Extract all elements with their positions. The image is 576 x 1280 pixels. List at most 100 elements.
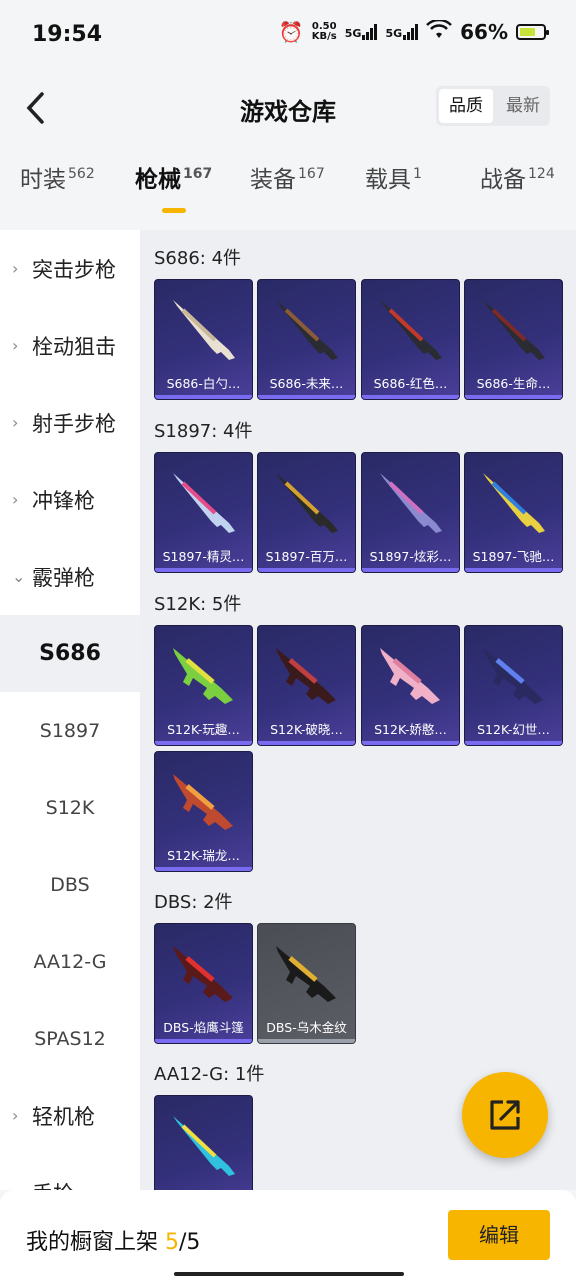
- rarity-bar: [362, 395, 459, 399]
- tab-active-indicator: [162, 208, 186, 213]
- weapon-skin-card[interactable]: DBS-乌木金纹: [257, 923, 356, 1044]
- signal-1-icon: 5G: [345, 24, 378, 40]
- rarity-bar: [465, 741, 562, 745]
- share-icon: [490, 1100, 520, 1130]
- home-indicator[interactable]: [174, 1272, 404, 1276]
- rarity-bar: [258, 395, 355, 399]
- rarity-bar: [155, 568, 252, 572]
- rarity-bar: [258, 1039, 355, 1043]
- sidebar-group-pistol[interactable]: ›手枪: [0, 1154, 140, 1191]
- showcase-status: 我的橱窗上架 5/5: [26, 1230, 201, 1255]
- sort-latest-button[interactable]: 最新: [496, 86, 550, 126]
- rarity-bar: [362, 568, 459, 572]
- sort-quality-button[interactable]: 品质: [439, 89, 493, 123]
- rarity-bar: [155, 741, 252, 745]
- section-title: S686: 4件: [154, 248, 242, 269]
- weapon-skin-name: S12K-破晓…: [270, 722, 343, 737]
- wifi-icon: [426, 18, 453, 44]
- rarity-bar: [362, 741, 459, 745]
- shotgun-icon: [483, 473, 545, 533]
- weapon-skin-name: DBS-乌木金纹: [266, 1020, 347, 1035]
- weapon-type-sidebar: › 突击步枪 › 栓动狙击 › 射手步枪 › 冲锋枪 ⌄ 霰弹枪 S686 S1897 S…: [0, 230, 140, 1190]
- shotgun-icon: [173, 473, 235, 533]
- weapon-skin-name: S1897-精灵…: [162, 549, 245, 564]
- weapon-skin-name: S12K-幻世…: [477, 722, 550, 737]
- sidebar-group-smg[interactable]: › 冲锋枪: [0, 461, 140, 538]
- weapon-skin-card[interactable]: S686-生命…: [464, 279, 563, 400]
- weapon-skin-card[interactable]: S12K-破晓…: [257, 625, 356, 746]
- weapon-skin-card[interactable]: S686-红色…: [361, 279, 460, 400]
- rarity-bar: [258, 741, 355, 745]
- signal-2-icon: 5G: [385, 24, 419, 40]
- chevron-down-icon: ⌄: [12, 567, 26, 586]
- rifle-icon: [173, 946, 233, 1002]
- sort-toggle: 品质 最新: [436, 86, 550, 126]
- rifle-icon: [483, 648, 543, 704]
- sidebar-group-lmg[interactable]: › 轻机枪: [0, 1077, 140, 1154]
- weapon-skin-name: S1897-百万…: [265, 549, 348, 564]
- sidebar-group-shotgun[interactable]: ⌄ 霰弹枪: [0, 538, 140, 615]
- sidebar-group-bolt-sniper[interactable]: › 栓动狙击: [0, 307, 140, 384]
- weapon-skin-card[interactable]: [154, 1095, 253, 1190]
- rifle-icon: [380, 648, 440, 704]
- tab-equipment[interactable]: 装备 167: [230, 160, 345, 220]
- rifle-icon: [276, 946, 336, 1002]
- rifle-icon: [173, 774, 233, 830]
- tab-supplies[interactable]: 战备 124: [460, 160, 575, 220]
- weapon-skin-card[interactable]: S686-未来…: [257, 279, 356, 400]
- sidebar-item-dbs[interactable]: DBS: [0, 846, 140, 923]
- chevron-right-icon: ›: [12, 1183, 32, 1190]
- sidebar-item-s686[interactable]: S686: [0, 615, 140, 692]
- weapon-skin-card[interactable]: S1897-百万…: [257, 452, 356, 573]
- weapon-skin-card[interactable]: S686-白勺…: [154, 279, 253, 400]
- chevron-right-icon: ›: [12, 490, 19, 509]
- weapon-skin-card[interactable]: S1897-飞驰…: [464, 452, 563, 573]
- sidebar-item-spas12[interactable]: SPAS12: [0, 1000, 140, 1077]
- weapon-skin-name: S686-红色…: [373, 376, 448, 391]
- sidebar-item-s1897[interactable]: S1897: [0, 692, 140, 769]
- weapon-skin-card[interactable]: S12K-玩趣…: [154, 625, 253, 746]
- edit-button[interactable]: 编辑: [448, 1210, 550, 1260]
- weapon-skin-card[interactable]: S1897-炫彩…: [361, 452, 460, 573]
- weapon-skin-name: S686-未来…: [269, 376, 344, 391]
- status-time: 19:54: [32, 22, 103, 47]
- weapon-skin-name: S1897-飞驰…: [472, 549, 555, 564]
- weapon-skin-name: DBS-焰鹰斗篷: [163, 1020, 244, 1035]
- weapon-skin-name: S12K-娇憨…: [374, 722, 447, 737]
- rifle-icon: [173, 648, 233, 704]
- weapon-skin-card[interactable]: S12K-瑞龙…: [154, 751, 253, 872]
- shotgun-icon: [483, 300, 545, 360]
- shotgun-icon: [173, 1116, 235, 1176]
- weapon-skin-name: S12K-玩趣…: [167, 722, 240, 737]
- battery-percent: 66%: [460, 20, 508, 44]
- weapon-skin-card[interactable]: DBS-焰鹰斗篷: [154, 923, 253, 1044]
- rarity-bar: [155, 395, 252, 399]
- category-tabs: 时装 562 枪械 167 装备 167 载具 1 战备 124: [0, 160, 576, 220]
- shotgun-icon: [276, 473, 338, 533]
- sidebar-group-assault-rifle[interactable]: › 突击步枪: [0, 230, 140, 307]
- rarity-bar: [258, 568, 355, 572]
- rarity-bar: [155, 867, 252, 871]
- share-fab-button[interactable]: [462, 1072, 548, 1158]
- weapon-skin-card[interactable]: S1897-精灵…: [154, 452, 253, 573]
- tab-firearms[interactable]: 枪械 167: [115, 160, 230, 220]
- weapon-skin-name: S686-白勺…: [166, 376, 241, 391]
- weapon-skin-card[interactable]: S12K-幻世…: [464, 625, 563, 746]
- chevron-right-icon: ›: [12, 336, 19, 355]
- sidebar-item-aa12g[interactable]: AA12-G: [0, 923, 140, 1000]
- rarity-bar: [155, 1039, 252, 1043]
- weapon-skin-card[interactable]: S12K-娇憨…: [361, 625, 460, 746]
- alarm-icon: ⏰: [278, 20, 304, 44]
- tab-fashion[interactable]: 时装 562: [0, 160, 115, 220]
- status-icons: ⏰ 0.50 KB/s 5G 5G 66%: [278, 18, 549, 44]
- rarity-bar: [465, 568, 562, 572]
- chevron-right-icon: ›: [12, 1106, 19, 1125]
- shotgun-icon: [380, 473, 442, 533]
- section-title: AA12-G: 1件: [154, 1064, 265, 1085]
- sidebar-item-s12k[interactable]: S12K: [0, 769, 140, 846]
- sidebar-group-marksman-rifle[interactable]: › 射手步枪: [0, 384, 140, 461]
- section-title: S1897: 4件: [154, 421, 253, 442]
- rifle-icon: [276, 648, 336, 704]
- header: 游戏仓库 品质 最新: [0, 70, 576, 146]
- tab-vehicles[interactable]: 载具 1: [345, 160, 460, 220]
